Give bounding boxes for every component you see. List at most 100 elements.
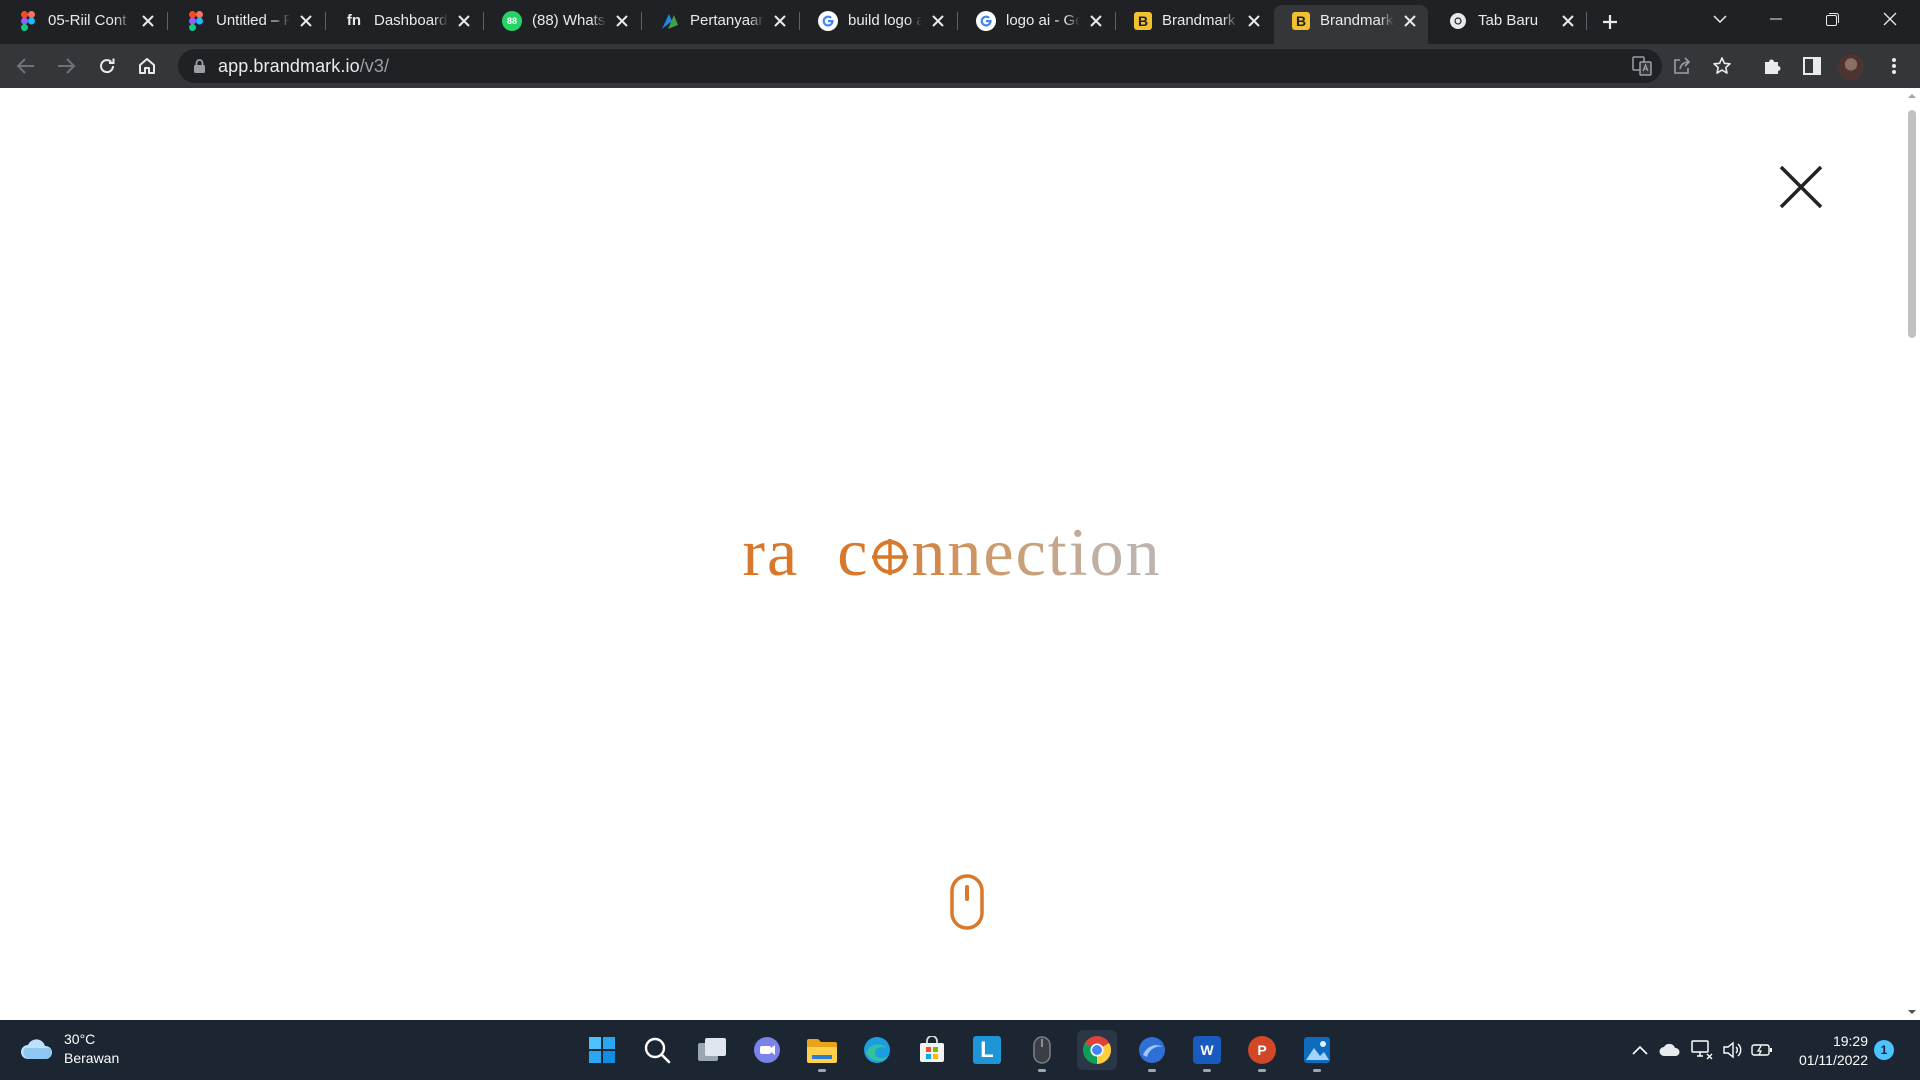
clock-date: 01/11/2022 xyxy=(1798,1052,1868,1068)
weather-temperature: 30°C xyxy=(64,1031,96,1047)
reload-button[interactable] xyxy=(91,50,123,82)
scrollbar-thumb[interactable] xyxy=(1908,110,1916,338)
close-icon[interactable] xyxy=(928,11,948,31)
tab-dashboard[interactable]: fn Dashboard xyxy=(326,5,482,36)
tab-title: Dashboard xyxy=(374,12,448,29)
chevron-up-icon xyxy=(1632,1045,1648,1055)
chrome-button[interactable] xyxy=(1077,1030,1117,1070)
address-bar[interactable]: app.brandmark.io/v3/ xyxy=(178,49,1662,83)
lock-icon[interactable] xyxy=(192,58,206,74)
notification-badge[interactable]: 1 xyxy=(1874,1040,1894,1060)
mouse-icon xyxy=(1033,1036,1051,1064)
side-panel-button[interactable] xyxy=(1796,50,1828,82)
share-button[interactable] xyxy=(1666,50,1698,82)
share-icon xyxy=(1674,57,1691,74)
photos-button[interactable] xyxy=(1297,1030,1337,1072)
tab-search-button[interactable] xyxy=(1692,0,1748,38)
microsoft-store-button[interactable] xyxy=(912,1030,952,1070)
back-button[interactable] xyxy=(10,50,42,82)
close-icon[interactable] xyxy=(138,11,158,31)
tab-separator xyxy=(1586,12,1587,30)
powerpoint-button[interactable]: P xyxy=(1242,1030,1282,1072)
restore-button[interactable] xyxy=(1804,0,1860,38)
close-icon[interactable] xyxy=(612,11,632,31)
close-window-button[interactable] xyxy=(1862,0,1918,38)
tab-logo-ai-google[interactable]: logo ai - Google xyxy=(958,5,1114,36)
close-icon[interactable] xyxy=(1558,11,1578,31)
home-button[interactable] xyxy=(131,50,163,82)
close-icon[interactable] xyxy=(454,11,474,31)
tab-whatsapp[interactable]: 88 (88) WhatsApp xyxy=(484,5,640,36)
file-explorer-button[interactable] xyxy=(802,1030,842,1072)
close-icon[interactable] xyxy=(1086,11,1106,31)
restore-icon xyxy=(1825,12,1839,26)
task-view-button[interactable] xyxy=(692,1030,732,1070)
tab-build-logo-ai[interactable]: build logo ai xyxy=(800,5,956,36)
page-content: ra c nnection xyxy=(0,88,1904,1020)
cortana-app-button[interactable] xyxy=(1132,1030,1172,1072)
tab-riil-content[interactable]: 05-Riil Cont xyxy=(0,5,166,36)
translate-button[interactable] xyxy=(1626,50,1658,82)
logo-word-ra: ra xyxy=(742,514,800,590)
tab-untitled-figma[interactable]: Untitled – Figma xyxy=(168,5,324,36)
tab-brandmark[interactable]: B Brandmark xyxy=(1116,5,1272,36)
tab-brandmark-active[interactable]: B Brandmark xyxy=(1274,5,1428,44)
windows-taskbar: 30°C Berawan L W P 19:29 01/11/2022 1 xyxy=(0,1020,1920,1080)
menu-button[interactable] xyxy=(1878,50,1910,82)
photos-icon xyxy=(1304,1037,1330,1063)
mouse-app-button[interactable] xyxy=(1022,1030,1062,1072)
weather-description: Berawan xyxy=(64,1050,120,1066)
tab-title: Brandmark xyxy=(1320,12,1394,29)
tab-tab-baru[interactable]: Tab Baru xyxy=(1430,5,1586,36)
edge-icon xyxy=(864,1037,890,1063)
page-scrollbar[interactable] xyxy=(1904,88,1920,1020)
tab-title: (88) WhatsApp xyxy=(532,12,606,29)
scroll-up-icon[interactable] xyxy=(1908,92,1916,100)
close-icon[interactable] xyxy=(1244,11,1264,31)
start-button[interactable] xyxy=(582,1030,622,1070)
chrome-icon xyxy=(1083,1036,1111,1064)
url-host: app.brandmark.io xyxy=(218,55,360,76)
cortana-app-icon xyxy=(1139,1037,1165,1063)
bookmark-button[interactable] xyxy=(1706,50,1738,82)
network-button[interactable] xyxy=(1690,1038,1714,1062)
kebab-menu-icon xyxy=(1892,58,1896,74)
profile-avatar[interactable] xyxy=(1838,54,1864,80)
logo-letter: e xyxy=(983,514,1016,590)
show-hidden-icons-button[interactable] xyxy=(1628,1038,1652,1062)
close-icon[interactable] xyxy=(1400,11,1420,31)
search-icon xyxy=(644,1037,671,1064)
l-app-button[interactable]: L xyxy=(967,1030,1007,1070)
windows-icon xyxy=(589,1037,615,1063)
cloud-icon xyxy=(1659,1043,1680,1056)
onedrive-button[interactable] xyxy=(1658,1038,1682,1062)
forward-button[interactable] xyxy=(50,50,82,82)
side-panel-icon xyxy=(1803,57,1821,75)
scroll-mouse-icon[interactable] xyxy=(950,874,984,930)
logo-letter: c xyxy=(1015,514,1048,590)
extensions-button[interactable] xyxy=(1756,50,1788,82)
scroll-down-icon[interactable] xyxy=(1908,1008,1916,1016)
battery-button[interactable] xyxy=(1750,1038,1774,1062)
word-icon: W xyxy=(1193,1036,1221,1064)
search-button[interactable] xyxy=(637,1030,677,1070)
tab-pertanyaan[interactable]: Pertanyaan xyxy=(642,5,798,36)
minimize-button[interactable] xyxy=(1748,0,1804,38)
word-button[interactable]: W xyxy=(1187,1030,1227,1072)
new-tab-button[interactable] xyxy=(1596,8,1624,36)
close-icon[interactable] xyxy=(770,11,790,31)
powerpoint-icon: P xyxy=(1248,1036,1276,1064)
browser-toolbar: app.brandmark.io/v3/ xyxy=(0,44,1920,88)
teams-chat-button[interactable] xyxy=(747,1030,787,1070)
close-preview-button[interactable] xyxy=(1778,164,1824,210)
edge-button[interactable] xyxy=(857,1030,897,1070)
tab-title: Brandmark xyxy=(1162,12,1236,29)
clock-time: 19:29 xyxy=(1832,1033,1868,1049)
volume-button[interactable] xyxy=(1720,1038,1744,1062)
url-path: /v3/ xyxy=(359,55,390,76)
close-icon[interactable] xyxy=(296,11,316,31)
clock[interactable]: 19:29 01/11/2022 xyxy=(1788,1032,1868,1070)
weather-widget[interactable]: 30°C Berawan xyxy=(20,1030,119,1068)
puzzle-icon xyxy=(1765,59,1781,74)
close-icon xyxy=(1779,165,1823,209)
